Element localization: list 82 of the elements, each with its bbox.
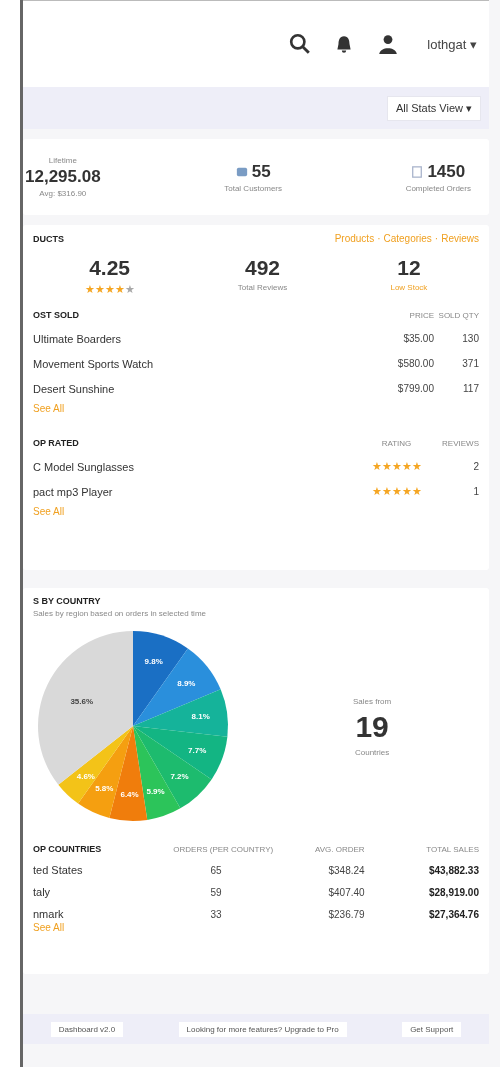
column-header: PRICE [408,310,434,320]
slice-label: 7.7% [188,745,207,755]
product-name: pact mp3 Player [33,485,114,498]
product-name: Movement Sports Watch [33,357,155,370]
document-icon [411,164,424,179]
table-cell-text: 2 [472,461,479,472]
slice-label: 35.6% [70,697,94,707]
column-header: OP COUNTRIES [33,844,103,854]
user-menu[interactable]: lothgat ▾ [421,35,483,53]
stat-caption: Total Customers [224,183,283,193]
stat-caption: Low Stock [390,283,428,292]
footer-link[interactable]: Looking for more features? Upgrade to Pro [178,1021,347,1037]
table-cell-text: 1 [472,486,479,497]
footer-link[interactable]: Dashboard v2.0 [50,1021,124,1037]
stat-caption: Completed Orders [405,183,471,193]
stat-label: Sales from [353,697,392,706]
product-name: Desert Sunshine [33,382,116,395]
column-header: AVG. ORDER [314,844,365,854]
column-header: RATING [380,438,413,448]
slice-label: 8.1% [191,712,210,722]
table-cell-text: taly [33,886,52,898]
section-title: DUCTS [33,233,64,244]
column-header: REVIEWS [441,438,479,448]
table-cell-text: 117 [462,383,479,394]
user-icon[interactable] [377,33,400,55]
table-cell-text: 130 [461,333,479,344]
tab-link[interactable]: Products [334,233,375,244]
star-rating: ★★★★★ [370,485,423,498]
slice-label: 4.6% [76,771,95,781]
see-all-link[interactable]: See All [33,922,479,933]
table-title: OST SOLD [33,310,80,320]
star-rating: ★★★★★ [370,460,423,473]
table-cell-text: $799.00 [396,383,434,394]
stat-caption: Avg: $316.90 [39,189,87,198]
slice-label: 8.9% [177,679,196,689]
table-cell-text: $43,882.33 [427,864,479,876]
slice-label: 9.8% [144,656,163,666]
stat-value: 1450 [427,161,466,182]
table-cell-text: $236.79 [327,908,365,920]
section-subtitle: Sales by region based on orders in selected time [33,609,207,618]
slice-label: 5.8% [95,784,114,794]
stat-value: 55 [251,161,271,182]
stat-value: 4.25 [89,256,131,280]
table-cell-text: 371 [461,358,479,369]
slice-label: 7.2% [170,772,189,782]
tab-link[interactable]: Categories [383,233,432,244]
table-cell-text: nmark [33,908,65,920]
link-separator: · [434,233,439,244]
section-title: S BY COUNTRY [33,596,102,606]
slice-label: 6.4% [120,790,139,800]
stat-caption: Countries [355,748,390,757]
table-cell-text: $35.00 [402,333,434,344]
stat-value: 12 [397,256,421,280]
column-header: ORDERS (PER COUNTRY) [172,844,274,854]
column-header: TOTAL SALES [425,844,479,854]
star-rating: ★★★★★ [84,283,135,296]
search-icon[interactable] [289,33,312,55]
see-all-link[interactable]: See All [33,506,479,517]
table-cell-text: $348.24 [327,864,365,876]
table-cell-text: $27,364.76 [427,908,479,920]
footer-link[interactable]: Get Support [402,1021,462,1037]
table-cell-text: ted States [33,864,84,876]
table-cell-text: $407.40 [327,886,365,898]
stat-value: 492 [245,256,281,280]
stat-value: 19 [355,710,389,744]
see-all-link[interactable]: See All [33,403,479,414]
stat-caption: Total Reviews [237,283,288,292]
table-cell-text: 59 [209,886,223,898]
link-separator: · [377,233,381,244]
view-dropdown[interactable]: All Stats View ▾ [386,95,481,121]
stat-value: 12,295.08 [25,167,101,187]
product-name: C Model Sunglasses [33,460,135,473]
slice-label: 5.9% [146,786,165,796]
table-cell-text: $28,919.00 [427,886,479,898]
table-cell-text: 33 [209,908,223,920]
table-cell-text: 65 [209,864,223,876]
tab-link[interactable]: Reviews [441,233,479,244]
column-header: SOLD QTY [437,310,479,320]
product-name: Ultimate Boarders [33,332,123,345]
stat-label: Lifetime [48,156,77,165]
table-cell-text: $580.00 [396,358,434,369]
table-title: OP RATED [33,438,80,448]
